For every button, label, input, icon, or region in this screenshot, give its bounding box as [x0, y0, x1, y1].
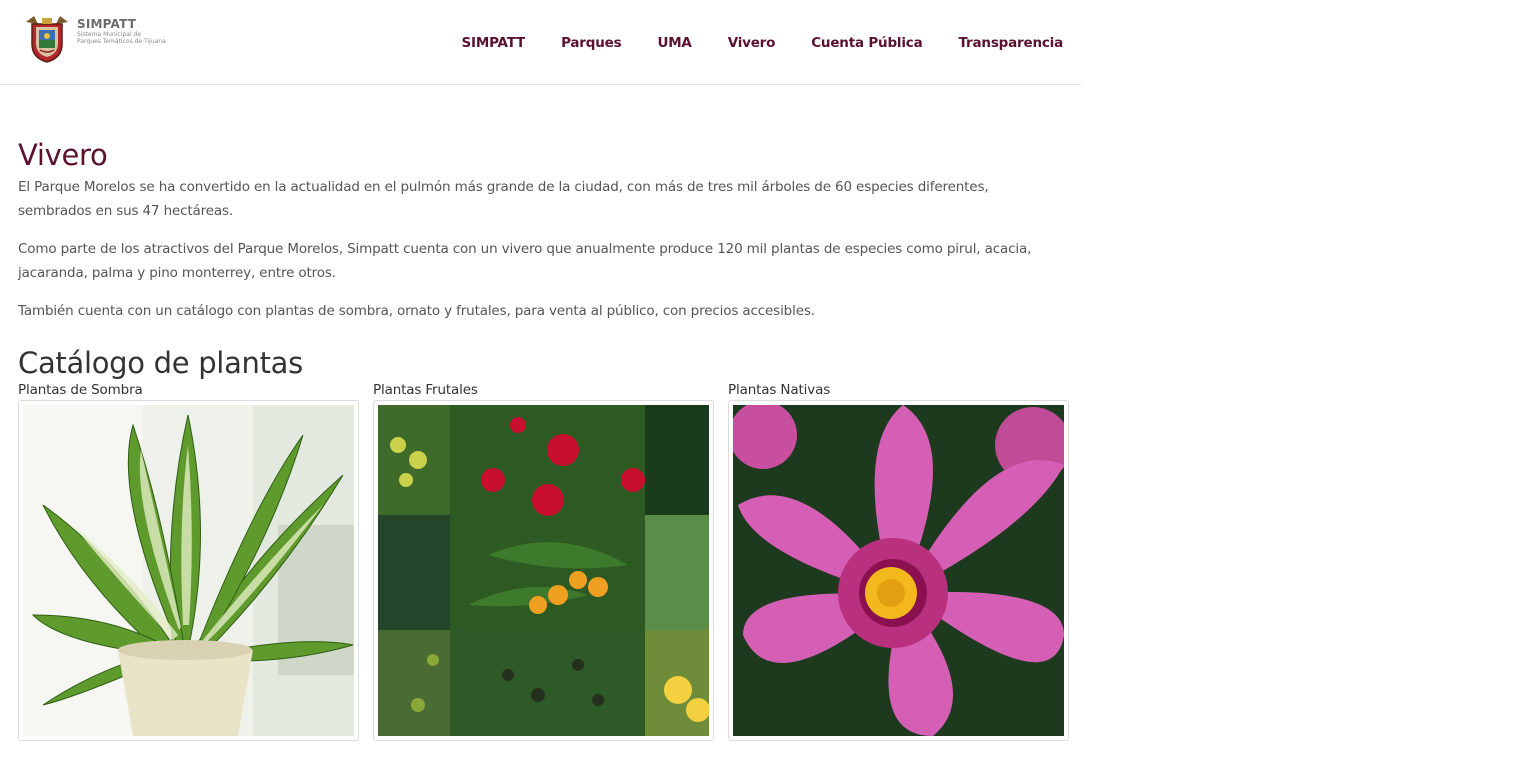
intro-paragraph-2: Como parte de los atractivos del Parque … [18, 241, 1032, 281]
catalog-card-frutales: Plantas Frutales [373, 381, 714, 741]
catalog-card-label: Plantas Nativas [728, 382, 831, 398]
intro-paragraph-3: También cuenta con un catálogo con plant… [18, 303, 815, 319]
catalog-title: Catálogo de plantas [18, 346, 303, 380]
brand-name: SIMPATT [77, 17, 137, 31]
catalog-image-link-frutales[interactable] [373, 400, 714, 741]
brand-logo-link[interactable]: SIMPATT Sistema Municipal de Parques Tem… [22, 14, 166, 64]
brand-subtitle-line2: Parques Temáticos de Tijuana [77, 38, 166, 45]
main-content: Vivero El Parque Morelos se ha convertid… [0, 137, 1081, 741]
site-header: SIMPATT Sistema Municipal de Parques Tem… [0, 0, 1081, 85]
fruit-plants-image [378, 405, 709, 736]
native-flower-image [733, 405, 1064, 736]
nav-item-simpatt[interactable]: SIMPATT [462, 35, 526, 51]
catalog-card-nativas: Plantas Nativas [728, 381, 1069, 741]
catalog-image-link-sombra[interactable] [18, 400, 359, 741]
page-title: Vivero [18, 138, 108, 172]
nav-item-parques[interactable]: Parques [561, 35, 622, 51]
brand-text: SIMPATT Sistema Municipal de Parques Tem… [77, 17, 166, 46]
nav-item-vivero[interactable]: Vivero [728, 35, 776, 51]
shade-plant-image [23, 405, 354, 736]
catalog-image-link-nativas[interactable] [728, 400, 1069, 741]
crest-logo-icon [26, 16, 68, 63]
nav-item-transparencia[interactable]: Transparencia [959, 35, 1064, 51]
intro-paragraph-1: El Parque Morelos se ha convertido en la… [18, 179, 989, 219]
nav-item-cuenta-publica[interactable]: Cuenta Pública [811, 35, 922, 51]
catalog-card-label: Plantas de Sombra [18, 382, 143, 398]
catalog-card-label: Plantas Frutales [373, 382, 478, 398]
main-nav: SIMPATT Parques UMA Vivero Cuenta Públic… [426, 35, 1064, 51]
catalog-card-sombra: Plantas de Sombra [18, 381, 359, 741]
brand-subtitle-line1: Sistema Municipal de [77, 31, 142, 38]
nav-item-uma[interactable]: UMA [657, 35, 691, 51]
site: SIMPATT Sistema Municipal de Parques Tem… [0, 0, 1081, 741]
catalog-grid: Plantas de Sombra Plantas Frutales Plant… [18, 381, 1069, 741]
